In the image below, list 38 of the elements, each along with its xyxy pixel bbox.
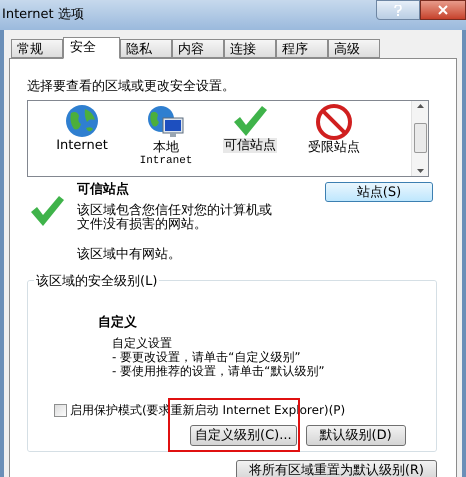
zone-description: 该区域包含您信任对您的计算机或 文件没有损害的网站。 (77, 204, 273, 232)
level-text: - 要使用推荐的设置，请单击“默认级别” (112, 364, 326, 378)
tab[interactable]: 内容 (172, 39, 224, 58)
window-title: Internet 选项 (2, 6, 84, 24)
scroll-down-icon (416, 168, 424, 172)
close-icon (438, 5, 448, 15)
help-button[interactable] (376, 0, 420, 20)
checkmark-icon (29, 194, 65, 228)
close-button[interactable] (420, 0, 466, 20)
globe-icon (65, 104, 99, 138)
scroll-up-icon (416, 104, 424, 108)
zone-item[interactable]: Internet (40, 104, 124, 176)
tab[interactable]: 常规 (11, 39, 63, 58)
zone-item[interactable]: 受限站点 (292, 104, 376, 176)
tab[interactable]: 隐私 (120, 39, 172, 58)
level-text: - 要更改设置，请单击“自定义级别” (112, 350, 302, 364)
sites-button[interactable]: 站点(S) (325, 182, 433, 202)
scroll-thumb[interactable] (414, 123, 426, 153)
level-text: 自定义设置 (112, 336, 173, 350)
level-button[interactable]: 自定义级别(C)... (190, 425, 297, 446)
level-name: 自定义 (98, 314, 138, 332)
tab[interactable]: 安全 (63, 37, 120, 59)
instruction-text: 选择要查看的区域或更改安全设置。 (27, 78, 236, 96)
zone-item[interactable]: 本地 Intranet (124, 104, 208, 176)
zone-item[interactable]: 可信站点 (208, 104, 292, 176)
checkmark-icon (232, 104, 268, 138)
no-entry-icon (316, 104, 352, 140)
reset-all-button[interactable]: 将所有区域重置为默认级别(R) (236, 460, 437, 477)
checkbox[interactable] (54, 404, 67, 416)
tab[interactable]: 连接 (224, 39, 276, 58)
tab[interactable]: 高级 (328, 39, 380, 58)
level-button[interactable]: 默认级别(D) (306, 425, 406, 446)
tab[interactable]: 程序 (276, 39, 328, 58)
zone-title: 可信站点 (77, 182, 130, 198)
globe-monitor-icon (146, 104, 186, 140)
scrollbar[interactable] (411, 100, 428, 176)
sites-note: 该区域中有网站。 (77, 246, 182, 264)
help-icon (394, 4, 402, 16)
